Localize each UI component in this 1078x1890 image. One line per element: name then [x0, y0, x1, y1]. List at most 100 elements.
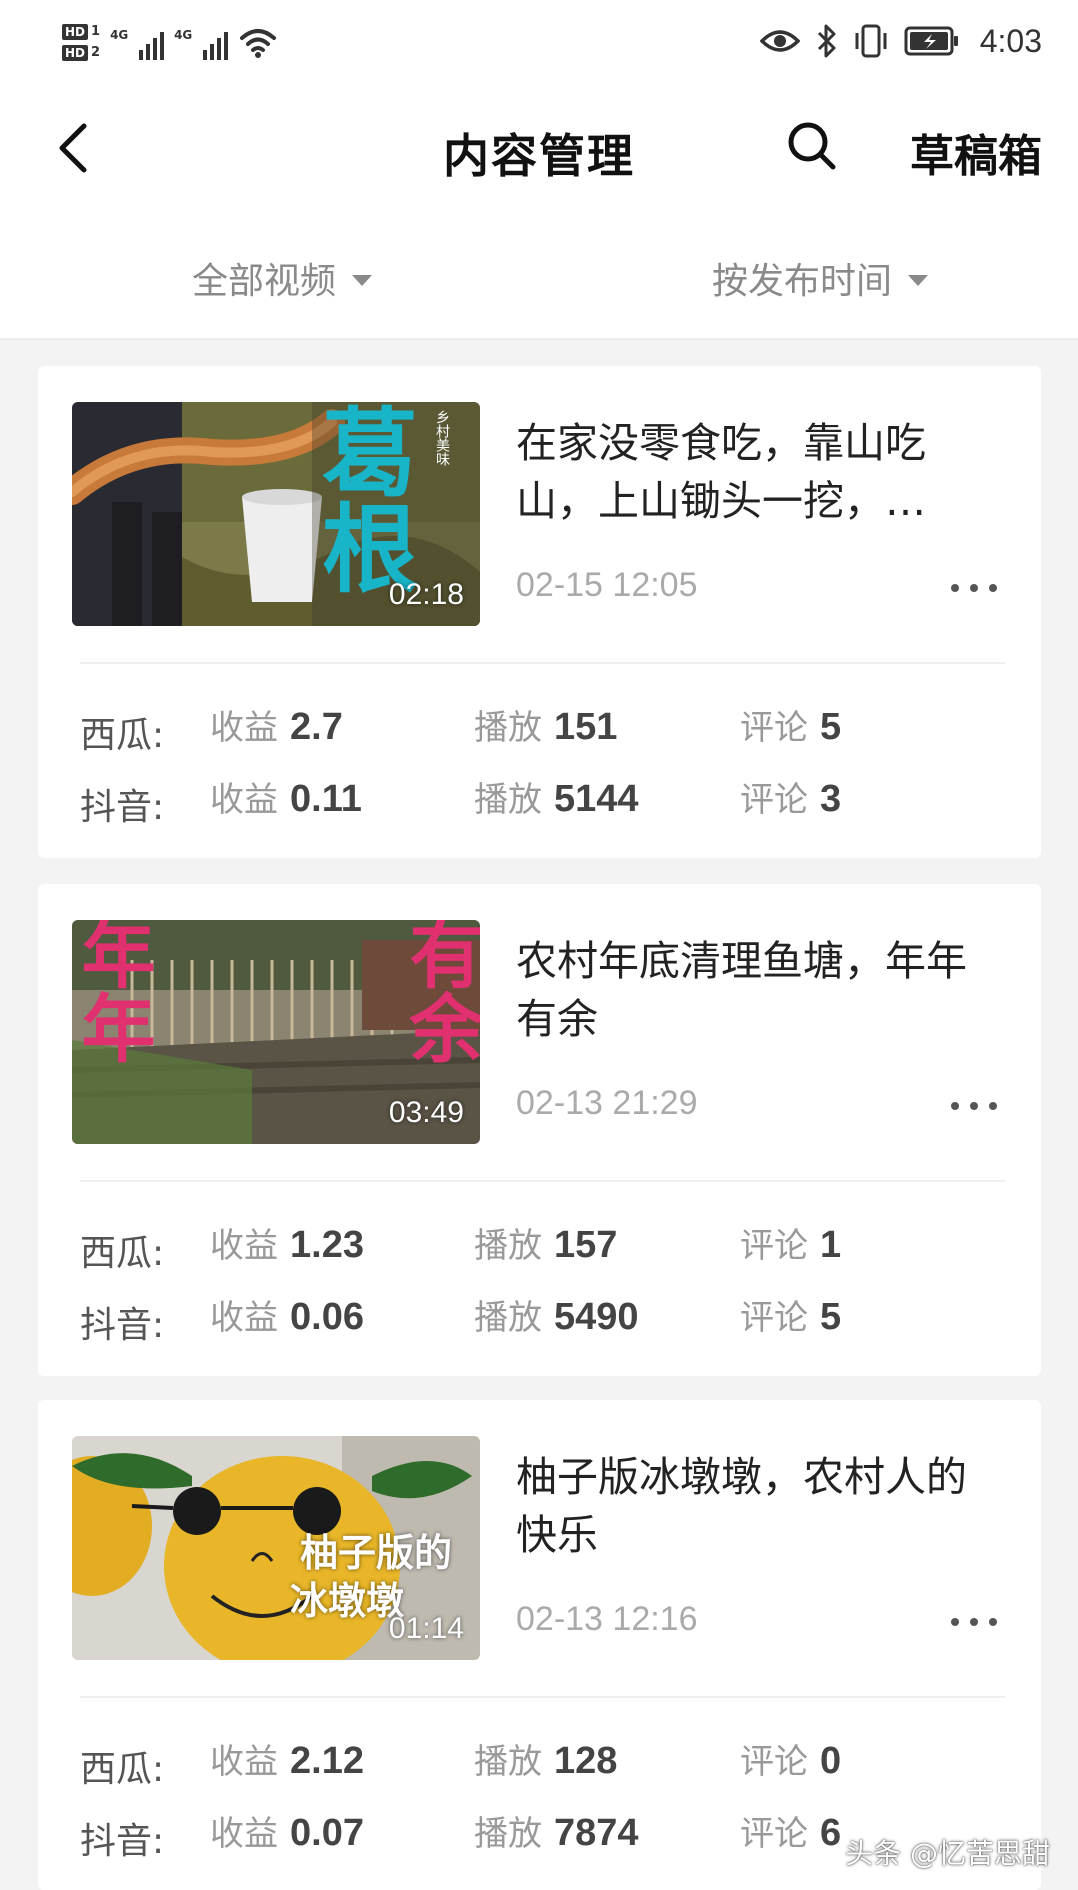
- plays-stat: 播放 151: [474, 700, 617, 749]
- video-duration: 03:49: [388, 1096, 464, 1129]
- divider: [80, 1696, 1005, 1698]
- hd1-number: 1: [91, 23, 101, 39]
- plays-stat: 播放 128: [474, 1734, 617, 1783]
- thumbnail-title-line2: 冰墩墩: [290, 1579, 405, 1623]
- filter-bar: 全部视频 按发布时间: [0, 212, 1078, 340]
- video-type-dropdown[interactable]: 全部视频: [192, 252, 373, 304]
- income-label: 收益: [210, 1742, 278, 1782]
- income-label: 收益: [210, 708, 278, 748]
- video-date: 02-13 21:29: [516, 1084, 698, 1122]
- plays-label: 播放: [474, 708, 542, 748]
- more-options-icon[interactable]: [951, 1098, 997, 1114]
- video-card[interactable]: 葛根 乡村美味 02:18 在家没零食吃，靠山吃山，上山锄头一挖，… 02-15…: [38, 366, 1041, 858]
- sim2-indicator: HD 2: [62, 44, 100, 61]
- income-value: 2.7: [290, 706, 343, 748]
- status-left: HD 1 HD 2 4G 4G: [62, 12, 278, 72]
- plays-label: 播放: [474, 780, 542, 820]
- vibrate-icon: [855, 24, 887, 58]
- income-stat: 收益 0.06: [210, 1290, 364, 1339]
- sort-dropdown[interactable]: 按发布时间: [712, 252, 929, 304]
- hd1-badge: HD: [62, 23, 89, 40]
- video-duration: 01:14: [388, 1612, 464, 1645]
- comments-value: 5: [820, 706, 842, 748]
- signal-icon-2: 4G: [174, 22, 229, 62]
- platform-label: 抖音:: [80, 787, 165, 828]
- thumbnail-caption: 乡村美味: [434, 410, 450, 466]
- comments-value: 5: [820, 1296, 842, 1338]
- income-stat: 收益 2.7: [210, 700, 343, 749]
- comments-label: 评论: [740, 1226, 808, 1266]
- comments-value: 1: [820, 1224, 842, 1266]
- platform-label: 西瓜:: [80, 1233, 165, 1274]
- platform-label: 西瓜:: [80, 715, 165, 756]
- income-label: 收益: [210, 1298, 278, 1338]
- income-stat: 收益 0.11: [210, 772, 362, 821]
- video-duration: 02:18: [388, 578, 464, 611]
- divider: [80, 1180, 1005, 1182]
- plays-label: 播放: [474, 1814, 542, 1854]
- signal-icon: 4G: [110, 22, 165, 62]
- video-title[interactable]: 柚子版冰墩墩，农村人的快乐: [516, 1448, 996, 1564]
- caret-down-icon: [908, 274, 929, 286]
- video-card[interactable]: 柚子版的 冰墩墩 01:14 柚子版冰墩墩，农村人的快乐 02-13 12:16…: [38, 1400, 1041, 1890]
- comments-value: 6: [820, 1812, 842, 1854]
- status-time: 4:03: [979, 22, 1042, 59]
- network-type-1: 4G: [110, 28, 129, 42]
- thumbnail-title-line1: 柚子版的: [300, 1531, 453, 1575]
- thumbnail-title-right: 有余: [397, 920, 480, 1064]
- income-value: 0.07: [290, 1812, 364, 1854]
- more-options-icon[interactable]: [951, 1614, 997, 1630]
- video-date: 02-13 12:16: [516, 1600, 698, 1638]
- watermark: 头条 @忆苦思甜: [845, 1837, 1050, 1870]
- comments-stat: 评论 5: [740, 1290, 841, 1339]
- plays-label: 播放: [474, 1226, 542, 1266]
- plays-stat: 播放 157: [474, 1218, 617, 1267]
- income-label: 收益: [210, 1226, 278, 1266]
- stats-row-xigua: 西瓜: 收益 2.7 播放 151 评论 5: [80, 700, 1021, 756]
- video-type-label: 全部视频: [192, 261, 337, 302]
- battery-icon: [904, 26, 958, 56]
- wifi-icon: [240, 29, 277, 58]
- caret-down-icon: [352, 274, 373, 286]
- eye-icon: [759, 30, 800, 52]
- thumbnail-title: 葛根: [322, 402, 418, 606]
- income-label: 收益: [210, 780, 278, 820]
- divider: [80, 662, 1005, 664]
- income-value: 2.12: [290, 1740, 364, 1782]
- search-icon[interactable]: [784, 118, 840, 174]
- screen: HD 1 HD 2 4G 4G 4:03 内容管理 草稿箱 全部视频 按发布时间…: [0, 0, 1078, 1890]
- video-thumbnail[interactable]: 柚子版的 冰墩墩 01:14: [72, 1436, 480, 1660]
- comments-label: 评论: [740, 1742, 808, 1782]
- comments-stat: 评论 6: [740, 1806, 841, 1855]
- plays-value: 157: [554, 1224, 618, 1266]
- plays-value: 5490: [554, 1296, 639, 1338]
- comments-label: 评论: [740, 780, 808, 820]
- income-stat: 收益 2.12: [210, 1734, 364, 1783]
- plays-label: 播放: [474, 1298, 542, 1338]
- video-card[interactable]: 年年 有余 03:49 农村年底清理鱼塘，年年有余 02-13 21:29 西瓜…: [38, 884, 1041, 1376]
- stats-row-douyin: 抖音: 收益 0.11 播放 5144 评论 3: [80, 772, 1021, 828]
- bluetooth-icon: [817, 24, 836, 58]
- status-right: 4:03: [759, 18, 1042, 64]
- plays-value: 151: [554, 706, 618, 748]
- income-value: 0.11: [290, 778, 362, 820]
- thumbnail-title-left: 年年: [72, 920, 155, 1064]
- video-date: 02-15 12:05: [516, 566, 698, 604]
- comments-label: 评论: [740, 708, 808, 748]
- stats-row-xigua: 西瓜: 收益 1.23 播放 157 评论 1: [80, 1218, 1021, 1274]
- video-title[interactable]: 农村年底清理鱼塘，年年有余: [516, 932, 996, 1048]
- comments-stat: 评论 0: [740, 1734, 841, 1783]
- more-options-icon[interactable]: [951, 580, 997, 596]
- video-title[interactable]: 在家没零食吃，靠山吃山，上山锄头一挖，…: [516, 414, 996, 530]
- sim1-indicator: HD 1: [62, 23, 101, 40]
- sort-label: 按发布时间: [712, 261, 893, 302]
- platform-label: 西瓜:: [80, 1749, 165, 1790]
- video-thumbnail[interactable]: 年年 有余 03:49: [72, 920, 480, 1144]
- comments-value: 0: [820, 1740, 842, 1782]
- platform-label: 抖音:: [80, 1821, 165, 1862]
- video-thumbnail[interactable]: 葛根 乡村美味 02:18: [72, 402, 480, 626]
- plays-stat: 播放 7874: [474, 1806, 639, 1855]
- comments-stat: 评论 5: [740, 700, 841, 749]
- comments-stat: 评论 1: [740, 1218, 841, 1267]
- drafts-button[interactable]: 草稿箱: [910, 120, 1042, 184]
